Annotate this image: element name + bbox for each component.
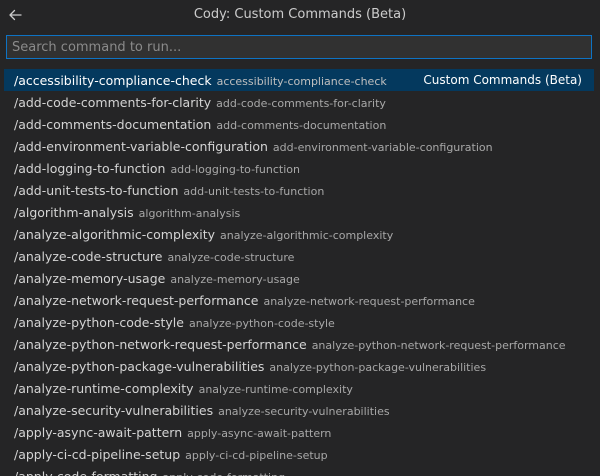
- command-item[interactable]: /algorithm-analysis algorithm-analysis: [4, 201, 594, 223]
- command-description: analyze-security-vulnerabilities: [218, 405, 390, 418]
- command-description: analyze-python-code-style: [188, 317, 335, 330]
- command-label: /apply-async-await-pattern: [14, 425, 183, 440]
- command-description: add-comments-documentation: [216, 119, 387, 132]
- command-description: analyze-network-request-performance: [263, 295, 475, 308]
- command-detail: Custom Commands (Beta): [423, 73, 582, 87]
- command-label: /analyze-code-structure: [14, 249, 163, 264]
- command-label: /apply-ci-cd-pipeline-setup: [14, 447, 181, 462]
- command-description: analyze-runtime-complexity: [198, 383, 353, 396]
- command-label: /add-environment-variable-configuration: [14, 139, 268, 154]
- command-label: /apply-code-formatting: [14, 469, 158, 476]
- command-description: apply-ci-cd-pipeline-setup: [185, 449, 328, 462]
- command-item[interactable]: /analyze-python-network-request-performa…: [4, 333, 594, 355]
- command-label: /add-comments-documentation: [14, 117, 212, 132]
- command-description: analyze-python-package-vulnerabilities: [269, 361, 487, 374]
- command-description: analyze-python-network-request-performan…: [311, 339, 566, 352]
- command-description: accessibility-compliance-check: [216, 75, 387, 88]
- command-label: /add-code-comments-for-clarity: [14, 95, 212, 110]
- search-box: [6, 35, 592, 59]
- command-description: apply-async-await-pattern: [187, 427, 332, 440]
- command-description: add-code-comments-for-clarity: [216, 97, 386, 110]
- command-item[interactable]: /analyze-code-structure analyze-code-stru…: [4, 245, 594, 267]
- command-item[interactable]: /apply-async-await-pattern apply-async-aw…: [4, 421, 594, 443]
- command-label: /analyze-python-code-style: [14, 315, 184, 330]
- command-description: add-environment-variable-configuration: [272, 141, 493, 154]
- command-label: /analyze-security-vulnerabilities: [14, 403, 214, 418]
- command-item[interactable]: /analyze-network-request-performance anal…: [4, 289, 594, 311]
- command-label: /analyze-algorithmic-complexity: [14, 227, 216, 242]
- quick-pick-title: Cody: Custom Commands (Beta): [193, 7, 407, 22]
- command-item[interactable]: /analyze-python-package-vulnerabilities a…: [4, 355, 594, 377]
- command-description: analyze-algorithmic-complexity: [220, 229, 394, 242]
- command-description: add-logging-to-function: [170, 163, 300, 176]
- back-button[interactable]: [4, 4, 26, 26]
- command-item[interactable]: /analyze-runtime-complexity analyze-runti…: [4, 377, 594, 399]
- command-label: /analyze-python-package-vulnerabilities: [14, 359, 265, 374]
- command-label: /algorithm-analysis: [14, 205, 134, 220]
- command-list: /accessibility-compliance-check accessibi…: [4, 69, 594, 476]
- command-description: algorithm-analysis: [138, 207, 241, 220]
- command-item[interactable]: /apply-ci-cd-pipeline-setup apply-ci-cd-p…: [4, 443, 594, 465]
- command-item[interactable]: /analyze-memory-usage analyze-memory-usag…: [4, 267, 594, 289]
- command-label: /analyze-memory-usage: [14, 271, 166, 286]
- command-label: /analyze-network-request-performance: [14, 293, 259, 308]
- command-description: add-unit-tests-to-function: [183, 185, 325, 198]
- command-description: analyze-code-structure: [167, 251, 295, 264]
- command-label: /analyze-runtime-complexity: [14, 381, 194, 396]
- command-item[interactable]: /add-unit-tests-to-function add-unit-test…: [4, 179, 594, 201]
- command-description: apply-code-formatting: [163, 471, 286, 476]
- command-label: /add-unit-tests-to-function: [14, 183, 179, 198]
- command-item[interactable]: /analyze-python-code-style analyze-python…: [4, 311, 594, 333]
- command-item[interactable]: /analyze-security-vulnerabilities analyze…: [4, 399, 594, 421]
- quick-pick-titlebar: Cody: Custom Commands (Beta): [0, 0, 600, 30]
- command-label: /add-logging-to-function: [14, 161, 166, 176]
- command-label: /accessibility-compliance-check: [14, 73, 212, 88]
- search-input[interactable]: [7, 36, 591, 59]
- command-item[interactable]: /add-comments-documentation add-comments-…: [4, 113, 594, 135]
- command-item[interactable]: /add-environment-variable-configuration a…: [4, 135, 594, 157]
- command-item[interactable]: /analyze-algorithmic-complexity analyze-a…: [4, 223, 594, 245]
- command-item[interactable]: /apply-code-formatting apply-code-formatt…: [4, 465, 594, 476]
- command-item[interactable]: /add-code-comments-for-clarity add-code-c…: [4, 91, 594, 113]
- command-item[interactable]: /accessibility-compliance-check accessibi…: [4, 69, 594, 91]
- command-item[interactable]: /add-logging-to-function add-logging-to-f…: [4, 157, 594, 179]
- arrow-left-icon: [7, 7, 23, 23]
- command-description: analyze-memory-usage: [170, 273, 300, 286]
- command-label: /analyze-python-network-request-performa…: [14, 337, 307, 352]
